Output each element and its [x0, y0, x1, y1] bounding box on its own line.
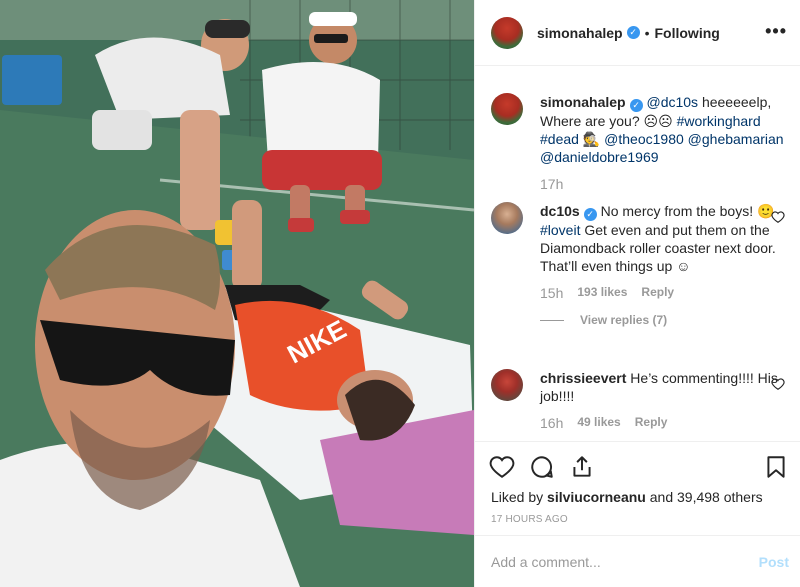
post-comment-button[interactable]: Post — [759, 554, 789, 570]
more-options-icon[interactable]: ••• — [765, 22, 787, 40]
post-actions: Liked by silviucorneanu and 39,498 other… — [475, 441, 800, 535]
mention-link[interactable]: @ghebamarian — [688, 131, 784, 147]
reply-button[interactable]: Reply — [635, 415, 668, 431]
comments-list[interactable]: simonahalep ✓ @dc10s heeeeeelp, Where are… — [475, 67, 800, 441]
comment-avatar[interactable] — [491, 369, 523, 401]
comment-avatar[interactable] — [491, 202, 523, 234]
post-photo[interactable]: NIKE — [0, 0, 474, 587]
liked-by-others-link[interactable]: and 39,498 others — [646, 489, 763, 505]
comment-likes-count[interactable]: 49 likes — [577, 415, 620, 431]
mention-link[interactable]: @dc10s — [646, 94, 698, 110]
comment-bubble-icon[interactable] — [529, 454, 555, 480]
comment-meta: 15h 193 likes Reply — [540, 285, 785, 301]
caption: simonahalep ✓ @dc10s heeeeeelp, Where are… — [491, 93, 785, 192]
following-button[interactable]: Following — [655, 25, 720, 41]
comment-age[interactable]: 17h — [540, 176, 563, 192]
comment-like-heart-icon[interactable] — [771, 377, 785, 391]
save-bookmark-icon[interactable] — [763, 454, 789, 480]
comment-age[interactable]: 16h — [540, 415, 563, 431]
comment-username[interactable]: chrissieevert — [540, 370, 626, 386]
instagram-post: NIKE simonahalep ✓ • Following ••• simon… — [0, 0, 800, 587]
view-replies-button[interactable]: View replies (7) — [540, 313, 785, 327]
comment-like-heart-icon[interactable] — [771, 210, 785, 224]
replies-line — [540, 319, 564, 321]
verified-badge-icon: ✓ — [626, 26, 640, 39]
liked-by-user-link[interactable]: silviucorneanu — [547, 489, 646, 505]
action-icons — [489, 454, 595, 480]
share-icon[interactable] — [569, 454, 595, 480]
caption-meta: 17h — [540, 176, 785, 192]
post-timestamp[interactable]: 17 HOURS AGO — [491, 514, 568, 525]
post-header: simonahalep ✓ • Following ••• — [475, 0, 800, 66]
add-comment-input[interactable] — [491, 550, 741, 574]
caption-username[interactable]: simonahalep — [540, 94, 626, 110]
hashtag-link[interactable]: #loveit — [540, 222, 580, 238]
caption-avatar[interactable] — [491, 93, 523, 125]
comment-likes-count[interactable]: 193 likes — [577, 285, 627, 301]
liked-by-text: Liked by silviucorneanu and 39,498 other… — [491, 489, 763, 505]
comment-item: dc10s ✓ No mercy from the boys! 🙂 #loveit… — [491, 202, 785, 327]
mention-link[interactable]: @danieldobre1969 — [540, 149, 659, 165]
comment-text: dc10s ✓ No mercy from the boys! 🙂 #loveit… — [540, 203, 776, 274]
author-avatar[interactable] — [491, 16, 523, 49]
verified-badge-icon: ✓ — [583, 208, 597, 221]
comment-meta: 16h 49 likes Reply — [540, 415, 785, 431]
comment-age[interactable]: 15h — [540, 285, 563, 301]
reply-button[interactable]: Reply — [641, 285, 674, 301]
caption-text: simonahalep ✓ @dc10s heeeeeelp, Where are… — [540, 94, 784, 165]
like-heart-icon[interactable] — [489, 454, 515, 480]
mention-link[interactable]: @theoc1980 — [604, 131, 684, 147]
photo-illustration: NIKE — [0, 0, 474, 587]
comment-item: chrissieevert He’s commenting!!!! His jo… — [491, 369, 785, 431]
hashtag-link[interactable]: #workinghard — [677, 113, 761, 129]
verified-badge-icon: ✓ — [629, 99, 643, 112]
comment-username[interactable]: dc10s — [540, 203, 580, 219]
add-comment-bar: Post — [475, 535, 800, 587]
post-side-panel: simonahalep ✓ • Following ••• simonahale… — [474, 0, 800, 587]
comment-text: chrissieevert He’s commenting!!!! His jo… — [540, 370, 778, 404]
hashtag-link[interactable]: #dead — [540, 131, 579, 147]
separator-dot: • — [644, 24, 650, 41]
author-username[interactable]: simonahalep — [537, 25, 623, 41]
